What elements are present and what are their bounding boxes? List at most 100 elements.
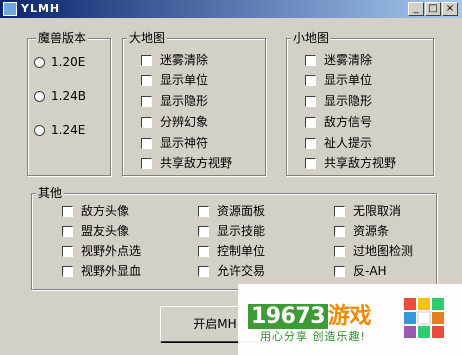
app-icon: [3, 2, 17, 16]
radio-icon[interactable]: [34, 57, 45, 68]
checkbox-icon[interactable]: [305, 138, 316, 149]
checkbox-icon[interactable]: [141, 75, 152, 86]
window-title: YLMH: [21, 2, 61, 15]
anti-ah[interactable]: 反-AH: [334, 263, 387, 279]
checkbox-icon[interactable]: [334, 206, 345, 217]
checkbox-label: 敌方头像: [81, 204, 130, 218]
mini-map-show-invisible[interactable]: 显示隐形: [305, 93, 372, 109]
radio-icon[interactable]: [34, 125, 45, 136]
checkbox-icon[interactable]: [62, 266, 73, 277]
checkbox-label: 祉人提示: [324, 136, 373, 150]
watermark-logo: 19673 游戏: [248, 298, 372, 330]
checkbox-icon[interactable]: [198, 266, 209, 277]
close-button[interactable]: ×: [442, 2, 458, 16]
mini-map-enemy-signal[interactable]: 敌方信号: [305, 114, 372, 130]
checkbox-label: 显示单位: [160, 73, 209, 87]
big-map-show-invisible[interactable]: 显示隐形: [141, 93, 208, 109]
checkbox-icon[interactable]: [305, 75, 316, 86]
checkbox-label: 允许交易: [217, 264, 266, 278]
checkbox-icon[interactable]: [62, 226, 73, 237]
watermark-number: 19673: [248, 304, 329, 329]
mini-map-show-units[interactable]: 显示单位: [305, 72, 372, 88]
checkbox-label: 过地图检测: [353, 244, 414, 258]
checkbox-icon[interactable]: [141, 158, 152, 169]
checkbox-icon[interactable]: [334, 226, 345, 237]
out-of-vision-hp[interactable]: 视野外显血: [62, 263, 141, 279]
checkbox-label: 显示隐形: [160, 94, 209, 108]
checkbox-icon[interactable]: [305, 117, 316, 128]
checkbox-label: 分辨幻象: [160, 115, 209, 129]
checkbox-icon[interactable]: [305, 96, 316, 107]
resource-bar[interactable]: 资源条: [334, 223, 389, 239]
checkbox-label: 视野外显血: [81, 264, 142, 278]
minimize-button[interactable]: _: [408, 2, 424, 16]
checkbox-icon[interactable]: [62, 206, 73, 217]
big-map-show-units[interactable]: 显示单位: [141, 72, 208, 88]
enemy-portrait[interactable]: 敌方头像: [62, 203, 129, 219]
version-option-3[interactable]: 1.24E: [34, 122, 85, 138]
checkbox-icon[interactable]: [305, 158, 316, 169]
version-option-label: 1.20E: [51, 55, 86, 69]
checkbox-label: 资源面板: [217, 204, 266, 218]
checkbox-icon[interactable]: [198, 246, 209, 257]
checkbox-label: 共享敌方视野: [324, 156, 397, 170]
checkbox-label: 共享敌方视野: [160, 156, 233, 170]
control-units[interactable]: 控制单位: [198, 243, 265, 259]
checkbox-icon[interactable]: [141, 138, 152, 149]
checkbox-label: 迷雾清除: [160, 53, 209, 67]
maximize-button[interactable]: □: [425, 2, 441, 16]
version-option-label: 1.24B: [51, 89, 86, 103]
watermark-tagline: 用心分享 创造乐趣!: [260, 330, 366, 343]
version-option-1[interactable]: 1.20E: [34, 54, 85, 70]
big-map-show-runes[interactable]: 显示神符: [141, 135, 208, 151]
checkbox-icon[interactable]: [198, 206, 209, 217]
checkbox-label: 显示技能: [217, 224, 266, 238]
checkbox-icon[interactable]: [141, 55, 152, 66]
checkbox-label: 迷雾清除: [324, 53, 373, 67]
checkbox-icon[interactable]: [141, 96, 152, 107]
mini-map-legend: 小地图: [291, 31, 332, 45]
checkbox-icon[interactable]: [141, 117, 152, 128]
allow-trade[interactable]: 允许交易: [198, 263, 265, 279]
checkbox-label: 敌方信号: [324, 115, 373, 129]
big-map-share-enemy-vision[interactable]: 共享敌方视野: [141, 155, 232, 171]
unlimited-cancel[interactable]: 无限取消: [334, 203, 401, 219]
checkbox-icon[interactable]: [334, 266, 345, 277]
out-of-vision-select[interactable]: 视野外点选: [62, 243, 141, 259]
checkbox-icon[interactable]: [198, 226, 209, 237]
other-group: 其他 敌方头像 盟友头像 视野外点选 视野外显血 资源面板 显示技能 控制单位 …: [31, 186, 437, 290]
resource-panel[interactable]: 资源面板: [198, 203, 265, 219]
version-option-label: 1.24E: [51, 123, 86, 137]
checkbox-label: 视野外点选: [81, 244, 142, 258]
checkbox-icon[interactable]: [305, 55, 316, 66]
checkbox-label: 资源条: [353, 224, 390, 238]
checkbox-label: 显示神符: [160, 136, 209, 150]
version-group: 魔兽版本 1.20E 1.24B 1.24E: [27, 31, 111, 176]
radio-icon[interactable]: [34, 91, 45, 102]
big-map-group: 大地图 迷雾清除 显示单位 显示隐形 分辨幻象 显示神符 共享敌方视野: [122, 31, 266, 176]
bypass-map-check[interactable]: 过地图检测: [334, 243, 413, 259]
checkbox-icon[interactable]: [334, 246, 345, 257]
mini-map-hint[interactable]: 祉人提示: [305, 135, 372, 151]
watermark-overlay: 19673 游戏 用心分享 创造乐趣!: [238, 284, 462, 355]
checkbox-label: 无限取消: [353, 204, 402, 218]
version-option-2[interactable]: 1.24B: [34, 88, 86, 104]
title-bar[interactable]: YLMH _ □ ×: [0, 0, 462, 18]
big-map-reveal-illusions[interactable]: 分辨幻象: [141, 114, 208, 130]
mini-map-share-enemy-vision[interactable]: 共享敌方视野: [305, 155, 396, 171]
checkbox-icon[interactable]: [62, 246, 73, 257]
checkbox-label: 反-AH: [353, 264, 387, 278]
checkbox-label: 盟友头像: [81, 224, 130, 238]
watermark-word: 游戏: [328, 304, 372, 329]
cubes-logo-icon: [404, 298, 444, 338]
checkbox-label: 显示单位: [324, 73, 373, 87]
checkbox-label: 显示隐形: [324, 94, 373, 108]
big-map-fog-clear[interactable]: 迷雾清除: [141, 52, 208, 68]
ally-portrait[interactable]: 盟友头像: [62, 223, 129, 239]
show-skills[interactable]: 显示技能: [198, 223, 265, 239]
mini-map-group: 小地图 迷雾清除 显示单位 显示隐形 敌方信号 祉人提示 共享敌方视野: [286, 31, 434, 176]
mini-map-fog-clear[interactable]: 迷雾清除: [305, 52, 372, 68]
version-group-legend: 魔兽版本: [36, 31, 89, 45]
other-group-legend: 其他: [36, 186, 65, 200]
big-map-legend: 大地图: [127, 31, 168, 45]
